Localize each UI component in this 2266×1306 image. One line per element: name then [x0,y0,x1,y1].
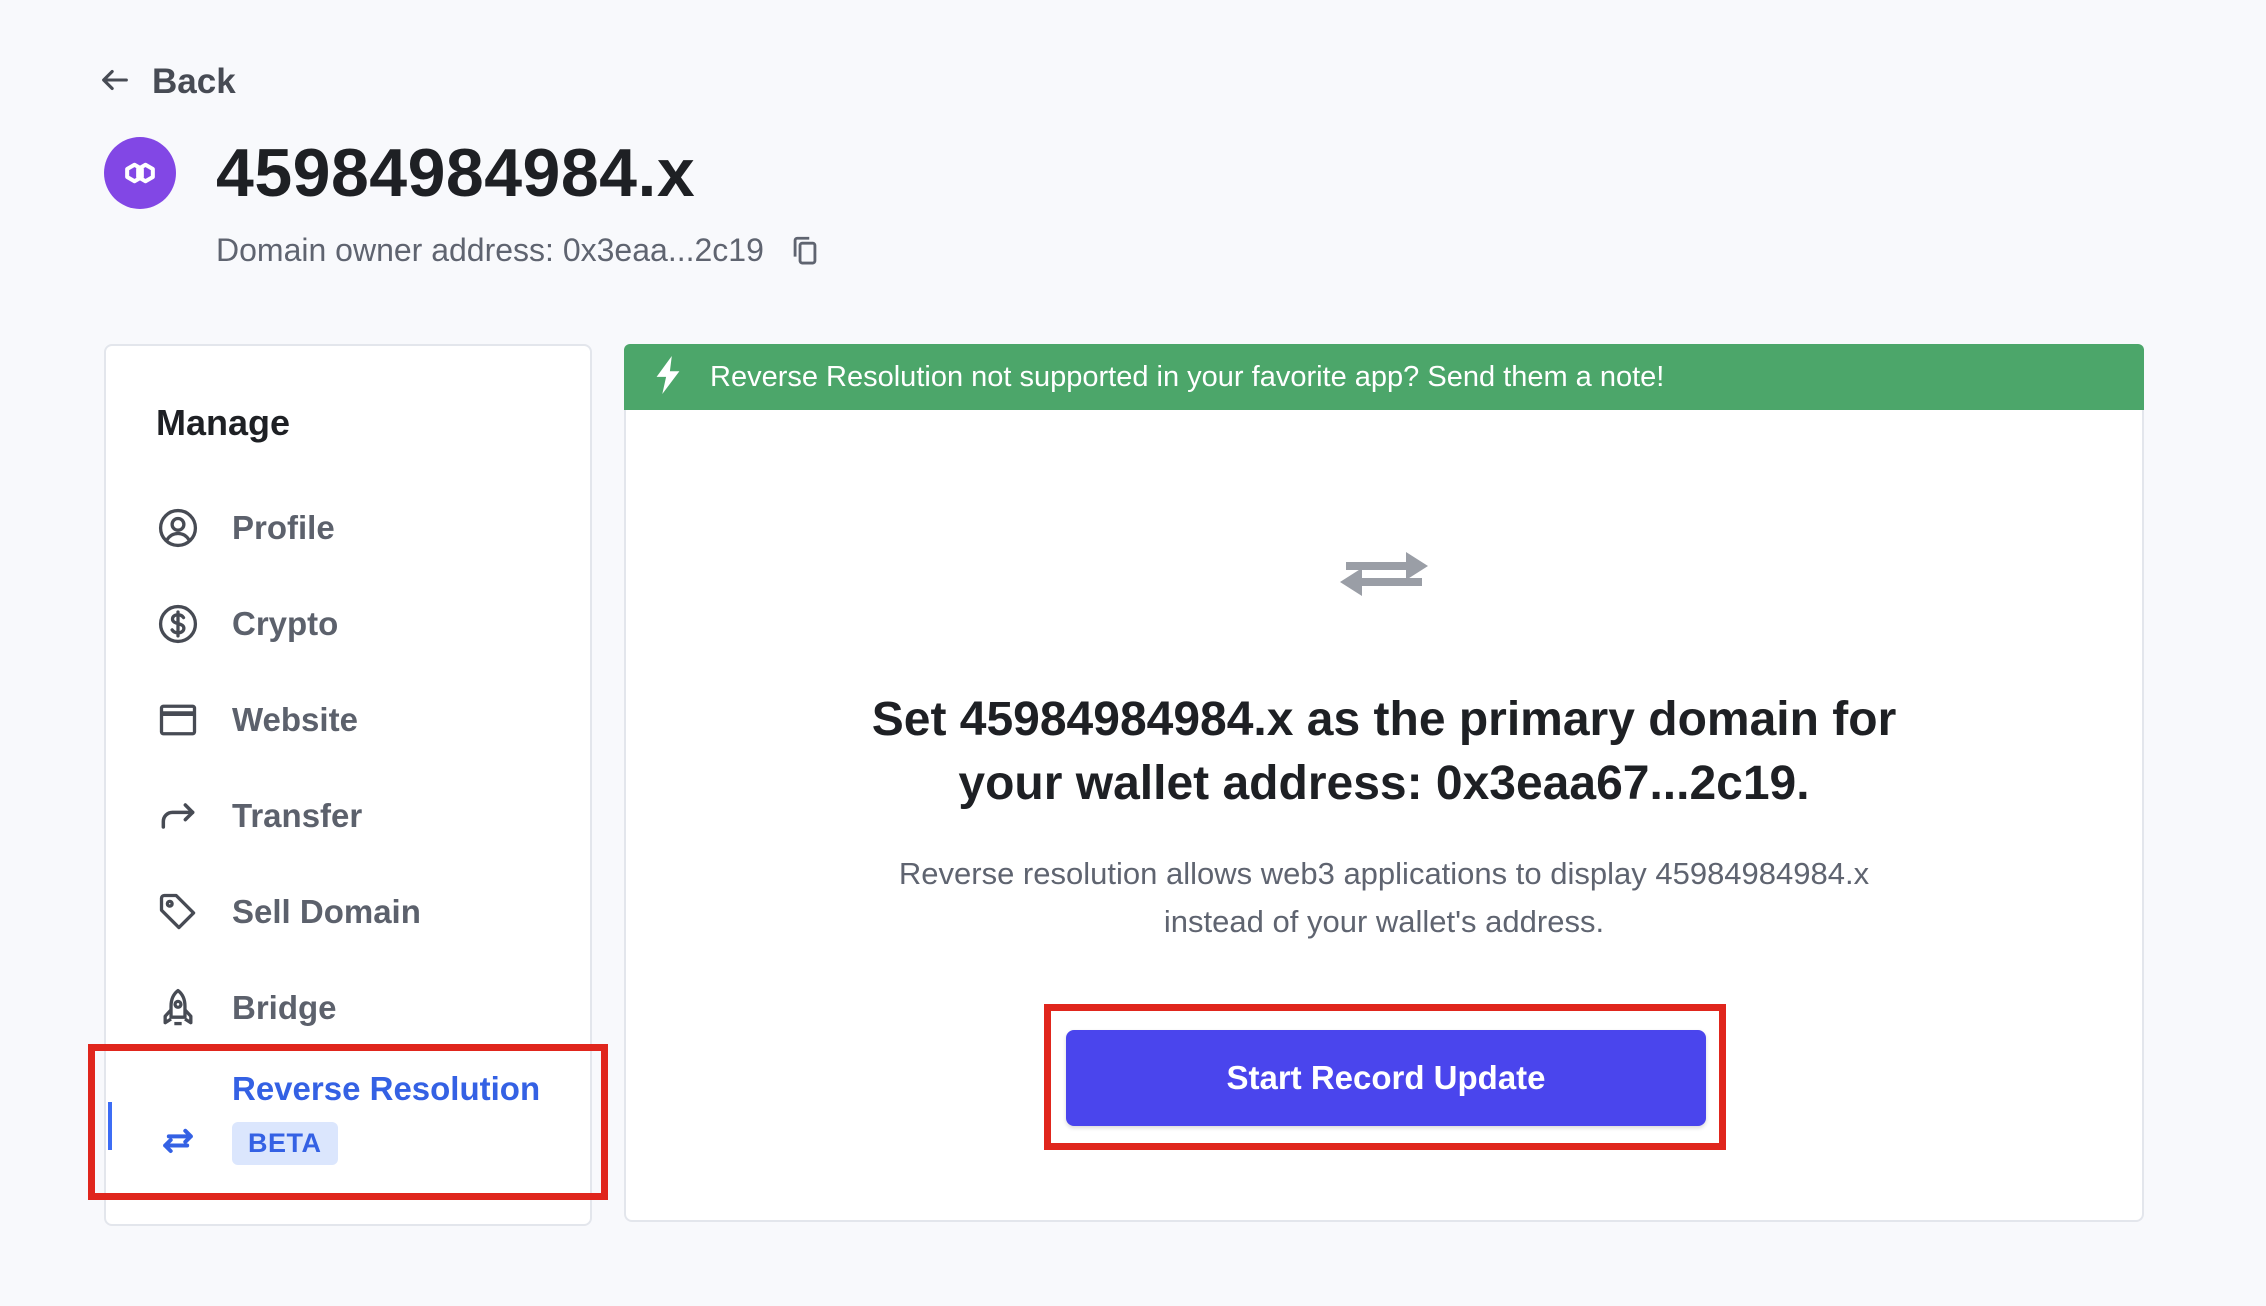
domain-header: 45984984984.x [104,134,695,212]
panel-heading-line: your wallet address: 0x3eaa67...2c19. [958,757,1810,810]
panel-description: Reverse resolution allows web3 applicati… [626,850,2142,946]
active-indicator [108,1102,112,1150]
sidebar-item-transfer[interactable]: Transfer [156,794,362,838]
sidebar-item-label: Transfer [232,797,363,834]
panel-heading-line: Set 45984984984.x as the primary domain … [871,693,1897,746]
sidebar-item-label: Website [232,701,358,738]
panel-description-line: Reverse resolution allows web3 applicati… [898,856,1870,891]
page-title: 45984984984.x [216,135,696,211]
sidebar-item-label: Bridge [232,989,337,1026]
sidebar-item-bridge[interactable]: Bridge [156,986,337,1030]
rocket-icon [156,986,200,1030]
forward-arrow-icon [156,794,200,838]
sidebar-item-label: Profile [232,509,335,546]
manage-sidebar: Manage Profile Crypto Website Transfer S… [104,344,592,1226]
polygon-logo-icon [104,137,176,209]
sidebar-item-reverse-resolution[interactable]: Reverse Resolution BETA [156,1070,540,1165]
panel-heading: Set 45984984984.x as the primary domain … [626,688,2142,816]
sidebar-item-sell-domain[interactable]: Sell Domain [156,890,421,934]
copy-icon[interactable] [788,234,822,268]
tag-icon [156,890,200,934]
beta-badge: BETA [232,1122,338,1165]
swap-arrows-icon [156,1118,200,1162]
reverse-resolution-panel: Set 45984984984.x as the primary domain … [624,410,2144,1222]
panel-description-line: instead of your wallet's address. [1163,904,1605,939]
arrow-left-icon [98,63,132,102]
sidebar-title: Manage [156,402,291,443]
sidebar-item-profile[interactable]: Profile [156,506,335,550]
swap-arrows-icon [1340,552,1428,596]
back-label: Back [152,62,236,101]
dollar-circle-icon [156,602,200,646]
sidebar-item-label: Sell Domain [232,893,421,930]
browser-window-icon [156,698,200,742]
info-banner: Reverse Resolution not supported in your… [624,344,2144,410]
back-link[interactable]: Back [98,62,236,102]
owner-address: Domain owner address: 0x3eaa...2c19 [216,232,764,268]
start-record-update-button[interactable]: Start Record Update [1066,1030,1706,1126]
lightning-icon [654,355,682,399]
owner-address-row: Domain owner address: 0x3eaa...2c19 [216,232,822,269]
user-circle-icon [156,506,200,550]
sidebar-item-label: Crypto [232,605,339,642]
sidebar-item-website[interactable]: Website [156,698,358,742]
sidebar-item-label: Reverse Resolution [232,1070,541,1107]
sidebar-item-crypto[interactable]: Crypto [156,602,338,646]
banner-text: Reverse Resolution not supported in your… [710,360,1665,393]
